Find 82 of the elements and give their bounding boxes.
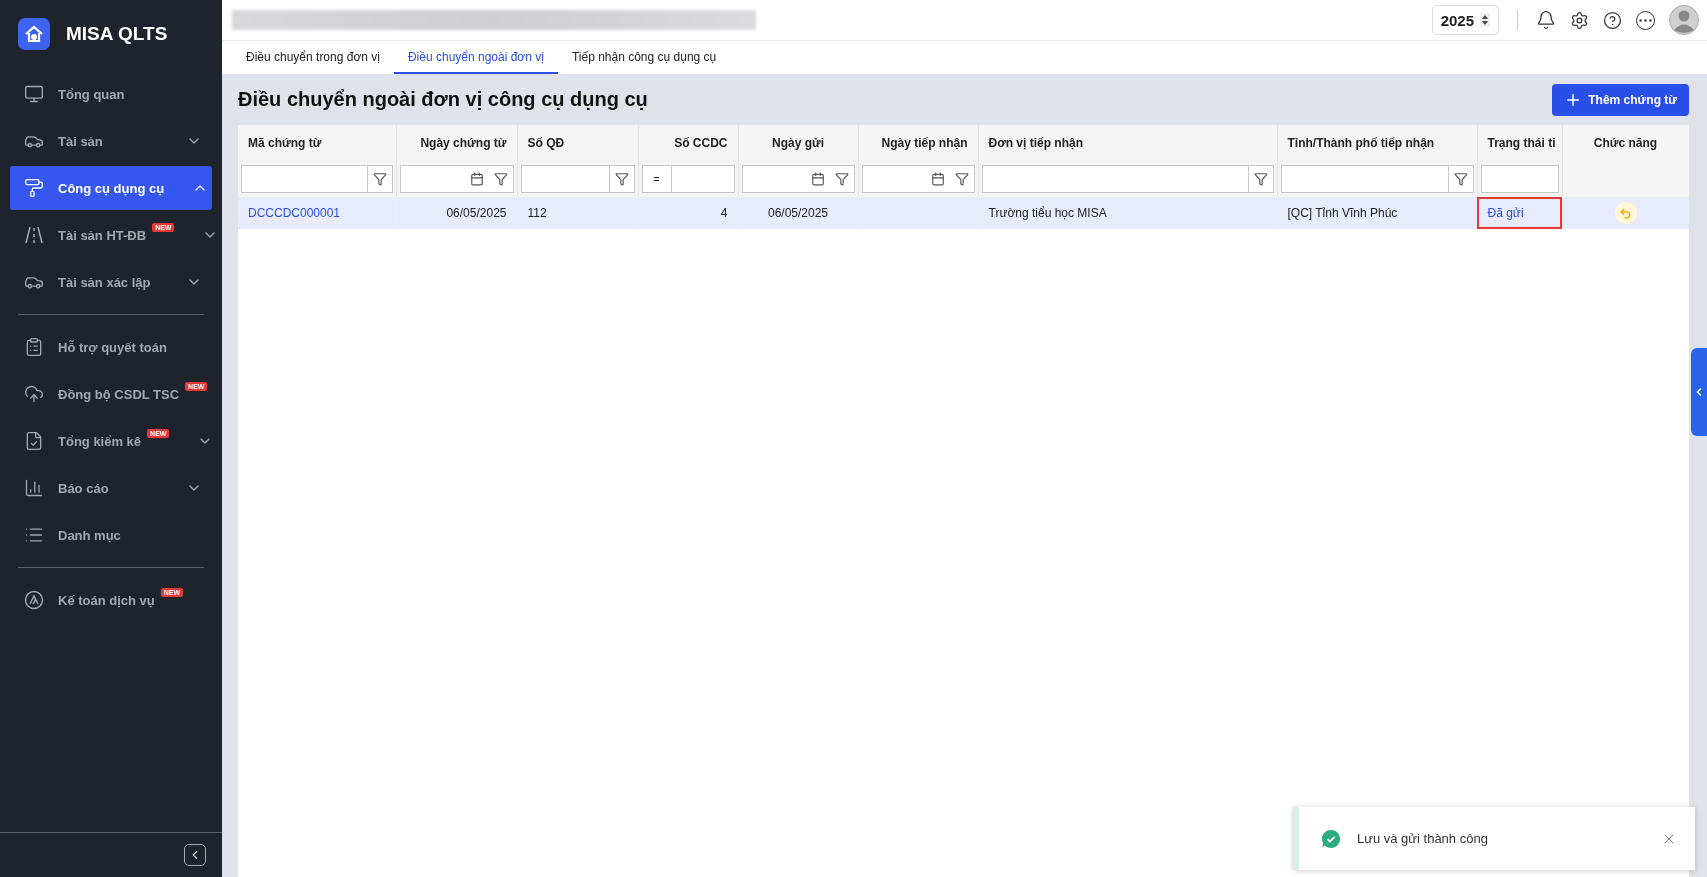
bell-icon[interactable] — [1536, 10, 1556, 30]
stepper-arrows-icon[interactable] — [1480, 13, 1490, 27]
tab[interactable]: Điều chuyển ngoài đơn vị — [393, 41, 558, 74]
paint-roller-icon — [24, 178, 44, 198]
filter-field[interactable] — [520, 165, 635, 193]
sidebar-item[interactable]: Công cụ dụng cụ — [10, 166, 212, 210]
filter-field[interactable] — [1480, 165, 1559, 193]
column-header[interactable]: Ngày tiếp nhận — [858, 125, 978, 161]
collapse-button[interactable] — [184, 844, 206, 866]
triangle-circle-icon — [24, 590, 44, 610]
avatar-icon[interactable] — [1669, 5, 1699, 35]
calendar-icon[interactable] — [469, 172, 484, 186]
sidebar-item[interactable]: Tổng quan — [10, 72, 212, 116]
table-cell: 06/05/2025 — [396, 197, 517, 229]
column-header[interactable]: Ngày gửi — [738, 125, 858, 161]
column-header[interactable]: Tỉnh/Thành phố tiếp nhận — [1277, 125, 1477, 161]
sidebar-label: Tài sản xác lập — [58, 274, 151, 290]
calendar-icon[interactable] — [810, 172, 825, 186]
number-filter-field[interactable]: = — [641, 165, 735, 193]
column-header[interactable]: Chức năng — [1562, 125, 1689, 161]
table-cell: 4 — [638, 197, 738, 229]
tab[interactable]: Điều chuyển trong đơn vị — [232, 41, 394, 74]
filter-icon[interactable] — [1453, 172, 1468, 186]
sidebar-item[interactable]: Danh mục — [10, 513, 212, 557]
year-stepper[interactable]: 2025 — [1431, 5, 1499, 35]
bar-chart-icon — [24, 478, 44, 498]
monitor-icon — [24, 84, 44, 104]
sidebar-label: Tổng kiểm kê — [58, 433, 142, 449]
column-header[interactable]: Mã chứng từ — [238, 125, 396, 161]
sidebar-item[interactable]: Tài sản — [10, 119, 212, 163]
date-filter-field[interactable] — [741, 165, 855, 193]
table-cell: Trường tiểu học MISA — [978, 197, 1277, 229]
status-cell: Đã gửi — [1477, 197, 1562, 229]
house-logo-icon — [18, 18, 50, 50]
filter-icon[interactable] — [954, 172, 969, 186]
filter-field[interactable] — [981, 165, 1274, 193]
column-header[interactable]: Số QĐ — [517, 125, 638, 161]
cloud-upload-icon — [24, 384, 44, 404]
column-header[interactable]: Trạng thái ti — [1477, 125, 1562, 161]
date-filter-field[interactable] — [399, 165, 514, 193]
sidebar-item[interactable]: Tài sản xác lập — [10, 260, 212, 304]
filter-icon[interactable] — [834, 172, 849, 186]
clipboard-icon — [24, 337, 44, 357]
column-header[interactable]: Đơn vị tiếp nhận — [978, 125, 1277, 161]
filter-field[interactable] — [241, 165, 393, 193]
sidebar-label: Báo cáo — [58, 480, 109, 496]
table-cell: [QC] Tỉnh Vĩnh Phúc — [1277, 197, 1477, 229]
tab[interactable]: Tiếp nhận công cụ dụng cụ — [557, 41, 731, 74]
sidebar-item[interactable]: Báo cáo — [10, 466, 212, 510]
sidebar-label: Tài sản HT-ĐB — [58, 227, 147, 243]
settings-icon[interactable] — [1570, 10, 1589, 30]
column-header[interactable]: Ngày chứng từ — [396, 125, 517, 161]
column-header[interactable]: Số CCDC — [638, 125, 738, 161]
app-name: MISA QLTS — [66, 23, 168, 45]
sidebar-label: Đồng bộ CSDL TSC — [58, 386, 180, 402]
page-title: Điều chuyển ngoài đơn vị công cụ dụng cụ — [238, 88, 648, 111]
sidebar-label: Hỗ trợ quyết toán — [58, 339, 167, 355]
check-bubble-icon — [1321, 828, 1341, 849]
filter-icon[interactable] — [372, 172, 387, 186]
filter-field[interactable] — [1280, 165, 1474, 193]
undo-icon — [1619, 206, 1632, 220]
panel-toggle-button[interactable] — [1691, 348, 1707, 436]
file-check-icon — [24, 431, 44, 451]
table-row[interactable]: DCCCDC000001 06/05/2025 112 4 06/05/2025 Trường tiểu học MISA [QC] Tỉnh Vĩnh Phúc Đã gửi — [238, 197, 1689, 229]
toast-message: Lưu và gửi thành công — [1357, 831, 1489, 846]
filter-icon[interactable] — [493, 172, 508, 186]
table-cell: 112 — [517, 197, 638, 229]
add-document-button[interactable]: Thêm chứng từ — [1552, 83, 1689, 116]
sidebar-label: Công cụ dụng cụ — [58, 180, 165, 196]
sidebar-label: Danh mục — [58, 527, 121, 543]
table-cell: 06/05/2025 — [738, 197, 858, 229]
filter-icon[interactable] — [614, 172, 629, 186]
sidebar-label: Tổng quan — [58, 86, 125, 102]
help-icon[interactable] — [1603, 10, 1622, 30]
document-link[interactable]: DCCCDC000001 — [248, 206, 341, 220]
sidebar-label: Kế toán dịch vụ — [58, 592, 155, 608]
sidebar-item[interactable]: Hỗ trợ quyết toán — [10, 325, 212, 369]
date-filter-field[interactable] — [861, 165, 975, 193]
sidebar-label: Tài sản — [58, 133, 103, 149]
filter-icon[interactable] — [1253, 172, 1268, 186]
road-icon — [24, 225, 44, 245]
calendar-icon[interactable] — [930, 172, 945, 186]
